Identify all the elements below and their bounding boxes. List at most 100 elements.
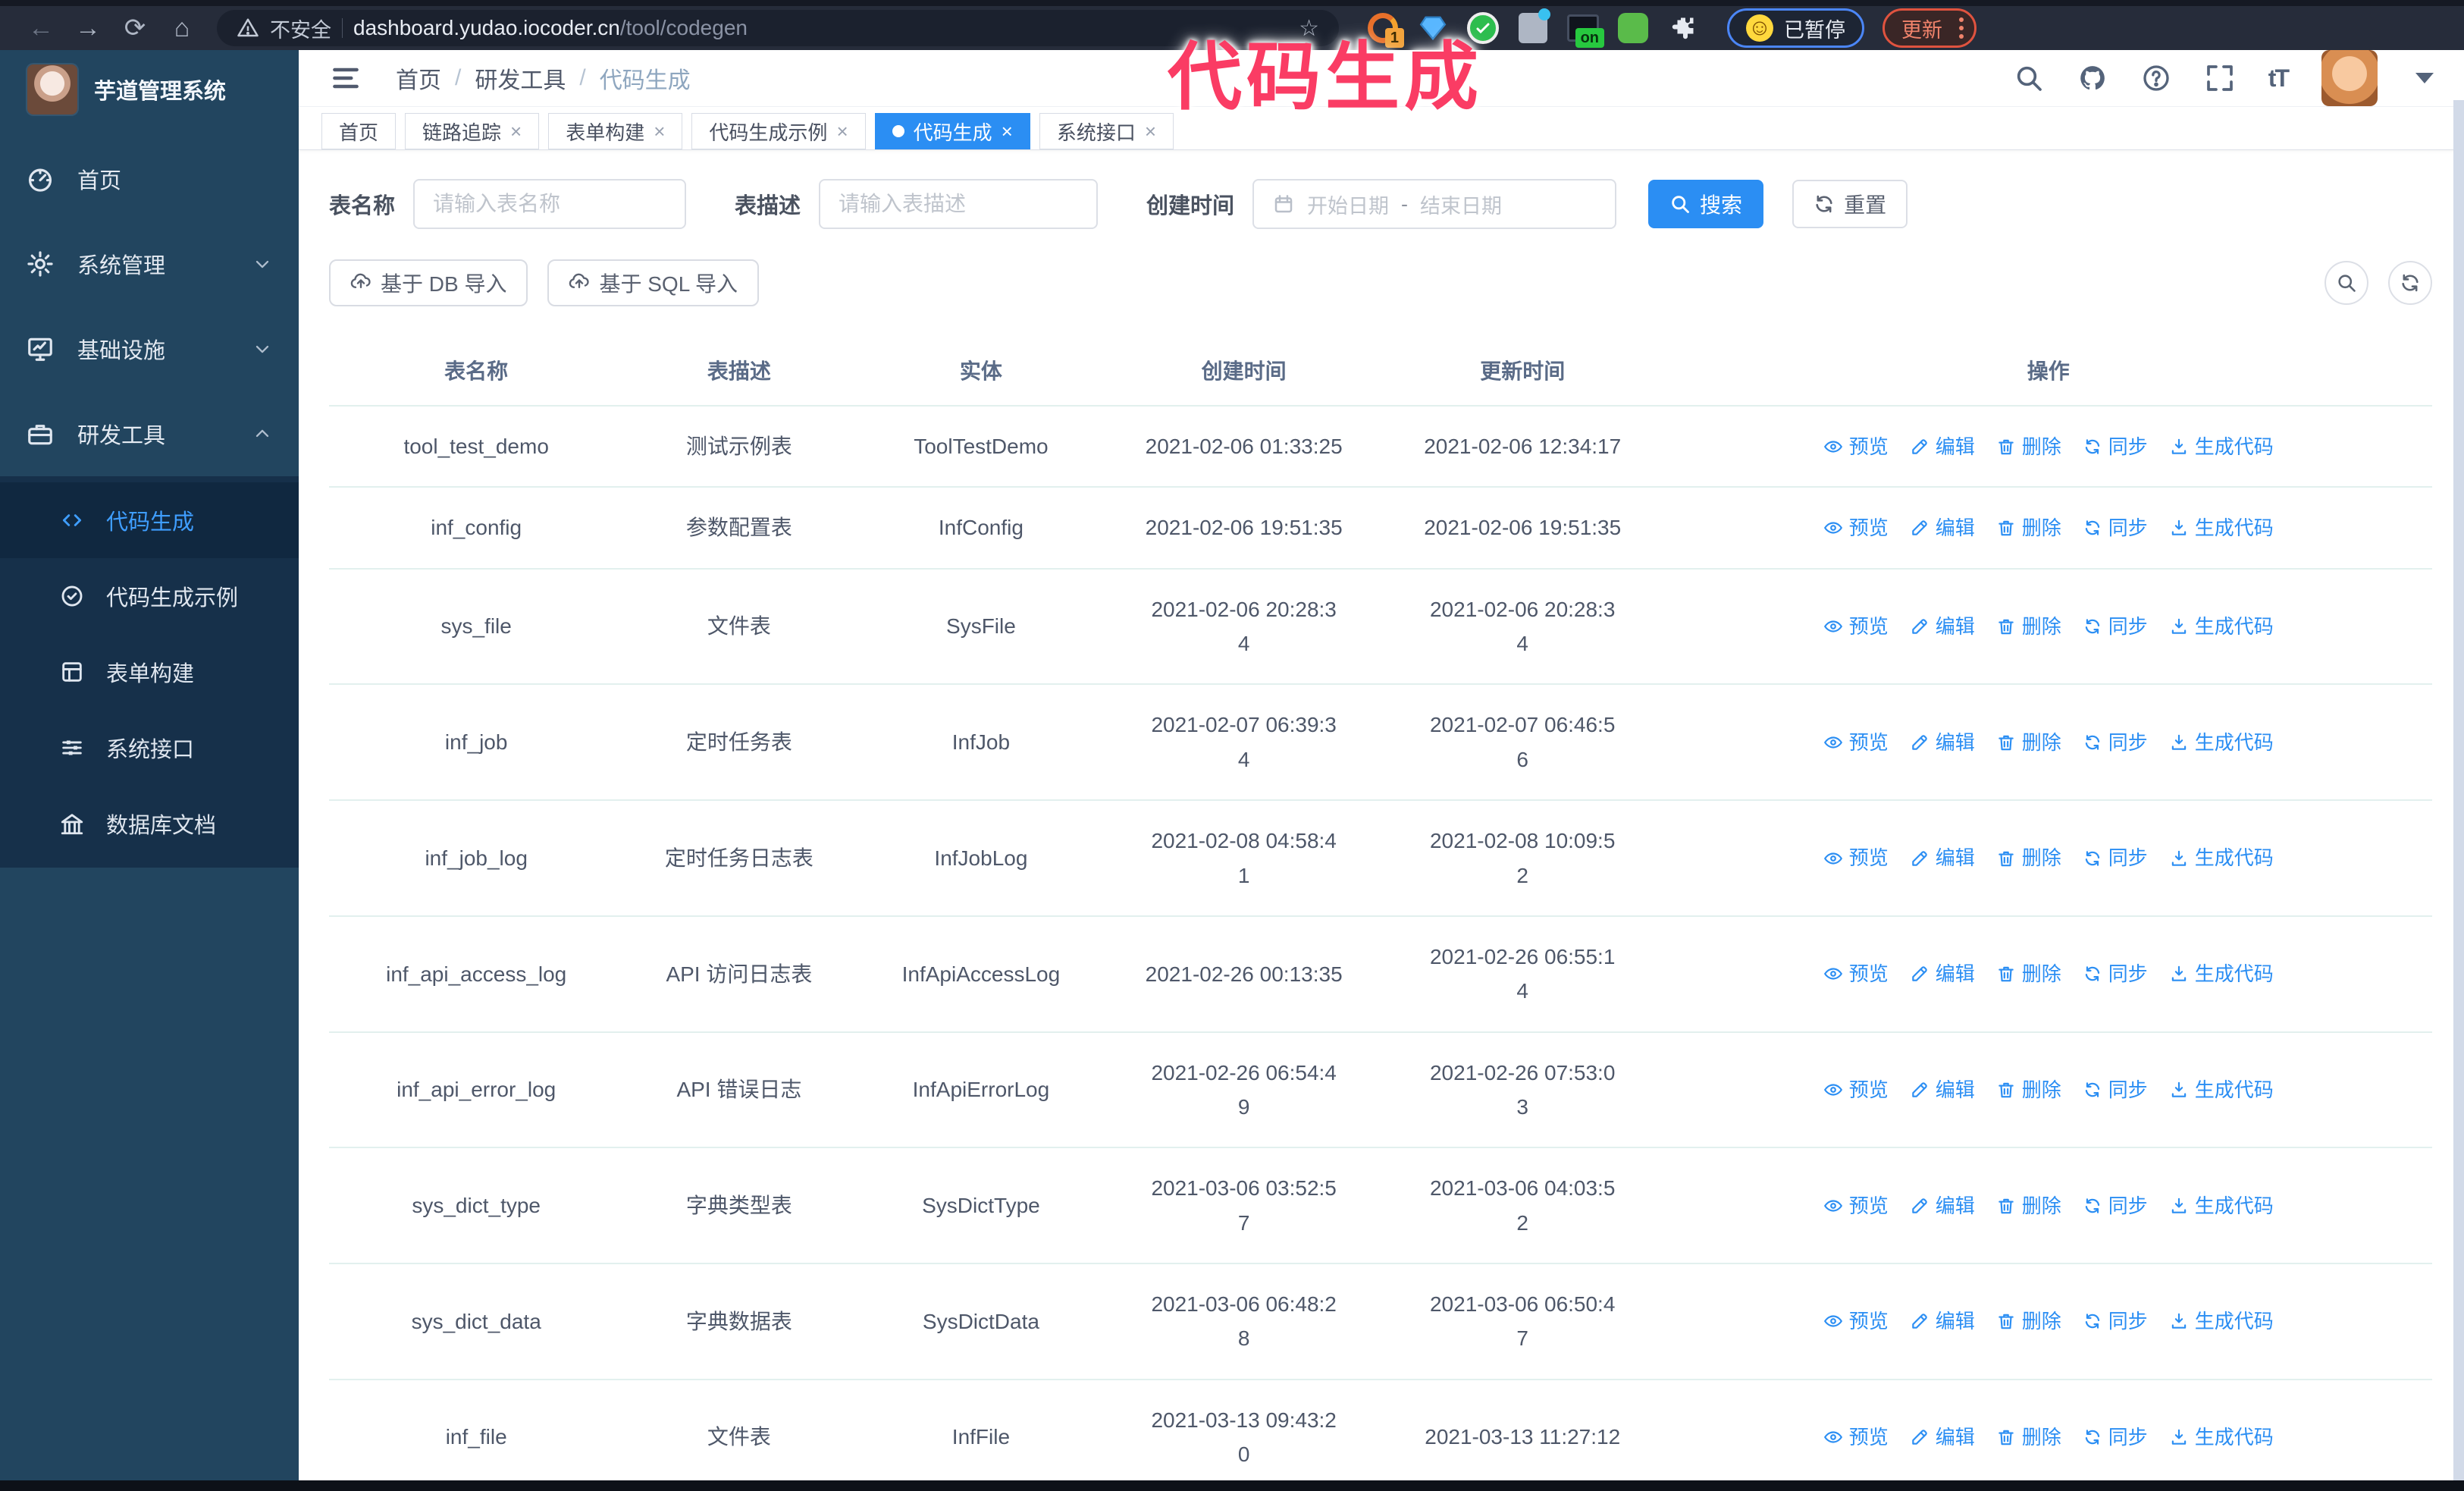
tab-链路追踪[interactable]: 链路追踪 ×: [405, 113, 540, 149]
db-import-button[interactable]: 基于 DB 导入: [329, 259, 528, 306]
tab-代码生成示例[interactable]: 代码生成示例 ×: [691, 113, 866, 149]
not-secure-warning-icon[interactable]: [237, 17, 259, 39]
action-预览[interactable]: 预览: [1823, 1305, 1889, 1337]
action-生成代码[interactable]: 生成代码: [2169, 1074, 2274, 1106]
submenu-item-表单构建[interactable]: 表单构建: [0, 634, 299, 710]
action-同步[interactable]: 同步: [2083, 727, 2148, 758]
refresh-table-button[interactable]: [2388, 261, 2432, 305]
close-tab-icon[interactable]: ×: [510, 120, 522, 143]
action-生成代码[interactable]: 生成代码: [2169, 958, 2274, 990]
action-编辑[interactable]: 编辑: [1910, 512, 1975, 544]
sidebar-item-首页[interactable]: 首页: [0, 137, 299, 221]
browser-reload-icon[interactable]: ⟳: [115, 8, 155, 48]
action-同步[interactable]: 同步: [2083, 1074, 2148, 1106]
browser-back-icon[interactable]: ←: [21, 8, 61, 48]
url-text[interactable]: dashboard.yudao.iocoder.cn/tool/codegen: [353, 16, 748, 40]
help-icon[interactable]: [2141, 63, 2171, 93]
action-预览[interactable]: 预览: [1823, 1421, 1889, 1453]
extension-sliders-icon[interactable]: [1516, 8, 1550, 45]
font-size-icon[interactable]: tT: [2268, 64, 2290, 93]
action-同步[interactable]: 同步: [2083, 1190, 2148, 1222]
close-tab-icon[interactable]: ×: [1002, 120, 1013, 143]
tab-系统接口[interactable]: 系统接口 ×: [1039, 113, 1174, 149]
table-name-input[interactable]: [413, 179, 687, 229]
action-同步[interactable]: 同步: [2083, 842, 2148, 874]
action-删除[interactable]: 删除: [1996, 1305, 2061, 1337]
sidebar-item-研发工具[interactable]: 研发工具: [0, 391, 299, 476]
action-编辑[interactable]: 编辑: [1910, 1074, 1975, 1106]
table-name-field[interactable]: [433, 192, 667, 216]
action-删除[interactable]: 删除: [1996, 842, 2061, 874]
action-删除[interactable]: 删除: [1996, 512, 2061, 544]
submenu-item-系统接口[interactable]: 系统接口: [0, 710, 299, 786]
search-icon[interactable]: [2014, 63, 2044, 93]
action-同步[interactable]: 同步: [2083, 611, 2148, 642]
table-desc-input[interactable]: [819, 179, 1099, 229]
action-预览[interactable]: 预览: [1823, 842, 1889, 874]
end-date-placeholder[interactable]: 结束日期: [1420, 190, 1502, 219]
sidebar-item-基础设施[interactable]: 基础设施: [0, 306, 299, 391]
profile-paused-badge[interactable]: ☺ 已暂停: [1727, 8, 1864, 48]
action-删除[interactable]: 删除: [1996, 611, 2061, 642]
sql-import-button[interactable]: 基于 SQL 导入: [547, 259, 760, 306]
submenu-item-代码生成示例[interactable]: 代码生成示例: [0, 558, 299, 634]
breadcrumb-item[interactable]: 首页: [396, 61, 441, 95]
action-生成代码[interactable]: 生成代码: [2169, 512, 2274, 544]
action-编辑[interactable]: 编辑: [1910, 611, 1975, 642]
close-tab-icon[interactable]: ×: [1145, 120, 1156, 143]
browser-menu-icon[interactable]: [1959, 17, 1964, 39]
sidebar-item-系统管理[interactable]: 系统管理: [0, 221, 299, 306]
action-编辑[interactable]: 编辑: [1910, 1421, 1975, 1453]
search-button[interactable]: 搜索: [1648, 180, 1764, 228]
submenu-item-数据库文档[interactable]: 数据库文档: [0, 786, 299, 862]
close-tab-icon[interactable]: ×: [836, 120, 848, 143]
action-删除[interactable]: 删除: [1996, 1421, 2061, 1453]
date-range-picker[interactable]: 开始日期 - 结束日期: [1252, 179, 1617, 229]
action-预览[interactable]: 预览: [1823, 611, 1889, 642]
action-同步[interactable]: 同步: [2083, 512, 2148, 544]
extensions-puzzle-icon[interactable]: [1666, 11, 1700, 45]
user-menu-caret-icon[interactable]: [2415, 73, 2434, 83]
action-预览[interactable]: 预览: [1823, 1074, 1889, 1106]
tab-首页[interactable]: 首页: [321, 113, 397, 149]
security-label[interactable]: 不安全: [270, 14, 331, 43]
tab-表单构建[interactable]: 表单构建 ×: [548, 113, 683, 149]
action-预览[interactable]: 预览: [1823, 958, 1889, 990]
action-编辑[interactable]: 编辑: [1910, 958, 1975, 990]
action-预览[interactable]: 预览: [1823, 1190, 1889, 1222]
action-编辑[interactable]: 编辑: [1910, 842, 1975, 874]
action-同步[interactable]: 同步: [2083, 1421, 2148, 1453]
github-icon[interactable]: [2077, 63, 2108, 93]
action-预览[interactable]: 预览: [1823, 431, 1889, 463]
page-scrollbar[interactable]: [2453, 100, 2464, 1491]
table-desc-field[interactable]: [839, 192, 1079, 216]
extension-screen-icon[interactable]: on: [1566, 11, 1604, 48]
extension-robot-icon[interactable]: [1616, 11, 1650, 45]
action-删除[interactable]: 删除: [1996, 958, 2061, 990]
action-预览[interactable]: 预览: [1823, 727, 1889, 758]
action-预览[interactable]: 预览: [1823, 512, 1889, 544]
tab-代码生成[interactable]: 代码生成 ×: [874, 113, 1030, 149]
action-编辑[interactable]: 编辑: [1910, 1305, 1975, 1337]
start-date-placeholder[interactable]: 开始日期: [1307, 190, 1389, 219]
action-生成代码[interactable]: 生成代码: [2169, 842, 2274, 874]
action-生成代码[interactable]: 生成代码: [2169, 1190, 2274, 1222]
submenu-item-代码生成[interactable]: 代码生成: [0, 482, 299, 558]
action-同步[interactable]: 同步: [2083, 431, 2148, 463]
action-生成代码[interactable]: 生成代码: [2169, 611, 2274, 642]
action-生成代码[interactable]: 生成代码: [2169, 727, 2274, 758]
action-删除[interactable]: 删除: [1996, 431, 2061, 463]
action-删除[interactable]: 删除: [1996, 1074, 2061, 1106]
action-编辑[interactable]: 编辑: [1910, 1190, 1975, 1222]
action-生成代码[interactable]: 生成代码: [2169, 1421, 2274, 1453]
reset-button[interactable]: 重置: [1792, 180, 1908, 228]
action-删除[interactable]: 删除: [1996, 727, 2061, 758]
action-生成代码[interactable]: 生成代码: [2169, 431, 2274, 463]
action-删除[interactable]: 删除: [1996, 1190, 2061, 1222]
action-同步[interactable]: 同步: [2083, 1305, 2148, 1337]
breadcrumb-item[interactable]: 研发工具: [475, 61, 566, 95]
browser-update-button[interactable]: 更新: [1882, 8, 1977, 48]
action-同步[interactable]: 同步: [2083, 958, 2148, 990]
action-编辑[interactable]: 编辑: [1910, 431, 1975, 463]
close-tab-icon[interactable]: ×: [654, 120, 665, 143]
